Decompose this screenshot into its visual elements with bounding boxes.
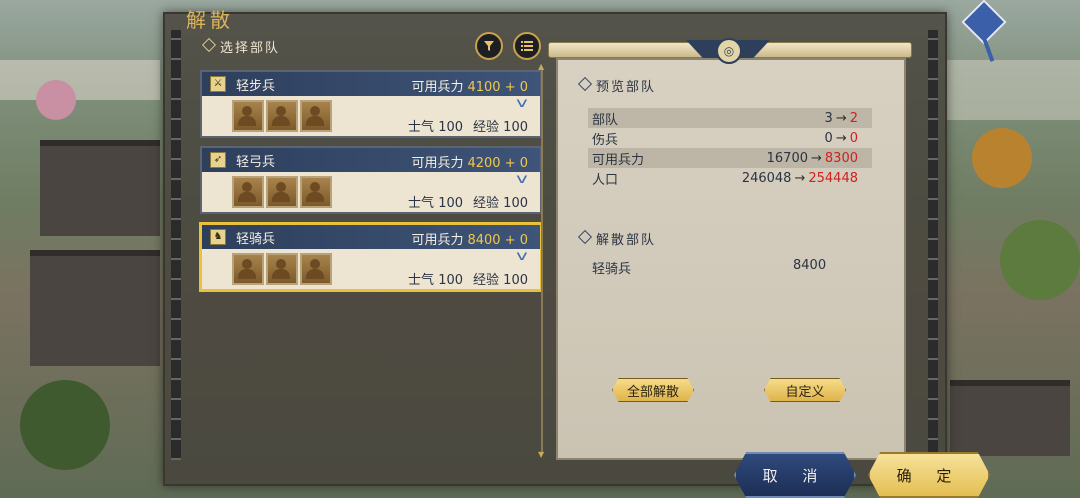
unit-list-scrollbar[interactable]: [541, 68, 543, 454]
filter-icon[interactable]: [475, 32, 503, 60]
disband-all-button[interactable]: 全部解散: [612, 378, 694, 402]
unit-card[interactable]: ⚔ 轻步兵 可用兵力 4100 + 0 v 士气 100 经验 100: [200, 70, 542, 138]
officer-portrait-empty[interactable]: [266, 100, 298, 132]
preview-row: 部队 3 → 2: [588, 108, 872, 128]
unit-stats: 士气 100 经验 100: [408, 273, 528, 288]
preview-row: 可用兵力 16700 → 8300: [588, 148, 872, 168]
disband-unit-count: 8400: [793, 258, 827, 273]
background-house: [40, 140, 160, 236]
unit-name: 轻步兵: [236, 78, 276, 94]
disband-header: 解散部队: [578, 228, 706, 248]
unit-stats: 士气 100 经验 100: [408, 196, 528, 211]
officer-portrait-empty[interactable]: [232, 253, 264, 285]
preview-table: 部队 3 → 2 伤兵 0 → 0 可用兵力 16700 → 8300 人口 246048 →…: [588, 108, 872, 188]
unit-card-selected[interactable]: ♞ 轻骑兵 可用兵力 8400 + 0 v 士气 100 经验 100: [199, 222, 543, 292]
unit-stats: 士气 100 经验 100: [408, 120, 528, 135]
disband-unit-name: 轻骑兵: [592, 262, 632, 277]
disband-title: 解散部队: [596, 232, 657, 248]
officer-portrait-empty[interactable]: [232, 100, 264, 132]
officer-portrait-empty[interactable]: [300, 100, 332, 132]
dialog-title: 解散: [186, 8, 234, 32]
available-troops: 可用兵力 4100 + 0: [411, 80, 528, 95]
background-house: [30, 250, 160, 366]
officer-portrait-empty[interactable]: [266, 176, 298, 208]
preview-row: 伤兵 0 → 0: [592, 130, 858, 148]
background-tree: [1000, 220, 1080, 300]
background-wall: [945, 60, 1080, 120]
right-chain-border: [928, 30, 938, 460]
confirm-button[interactable]: 确 定: [868, 452, 990, 498]
preview-title: 预览部队: [596, 79, 657, 95]
left-chain-border: [171, 30, 181, 460]
background-house: [950, 380, 1070, 456]
unit-card[interactable]: ➶ 轻弓兵 可用兵力 4200 + 0 v 士气 100 经验 100: [200, 146, 542, 214]
available-troops: 可用兵力 8400 + 0: [411, 233, 528, 248]
officer-portrait-empty[interactable]: [300, 176, 332, 208]
chevron-down-icon[interactable]: v: [516, 249, 528, 264]
chevron-down-icon[interactable]: v: [516, 172, 528, 187]
select-unit-header: 选择部队: [202, 36, 324, 56]
background-tree: [20, 380, 110, 470]
background-tree: [972, 128, 1032, 188]
unit-name: 轻弓兵: [236, 154, 276, 170]
archer-icon: ➶: [210, 152, 226, 168]
select-unit-label: 选择部队: [220, 40, 281, 56]
infantry-icon: ⚔: [210, 76, 226, 92]
cancel-button[interactable]: 取 消: [734, 452, 856, 498]
chevron-down-icon[interactable]: v: [516, 96, 528, 111]
officer-portrait-empty[interactable]: [266, 253, 298, 285]
officer-portrait-empty[interactable]: [232, 176, 264, 208]
preview-header: 预览部队: [578, 75, 706, 95]
custom-button[interactable]: 自定义: [764, 378, 846, 402]
scroll-up-arrow: ▲: [538, 62, 545, 71]
available-troops: 可用兵力 4200 + 0: [411, 156, 528, 171]
preview-row: 人口 246048 → 254448: [592, 170, 858, 188]
officer-portrait-empty[interactable]: [300, 253, 332, 285]
background-wall: [0, 60, 160, 100]
background-tree: [36, 80, 76, 120]
unit-name: 轻骑兵: [236, 231, 276, 247]
cavalry-icon: ♞: [210, 229, 226, 245]
scroll-down-arrow: ▼: [538, 450, 545, 459]
list-icon[interactable]: [513, 32, 541, 60]
medallion-icon: ◎: [716, 38, 742, 64]
